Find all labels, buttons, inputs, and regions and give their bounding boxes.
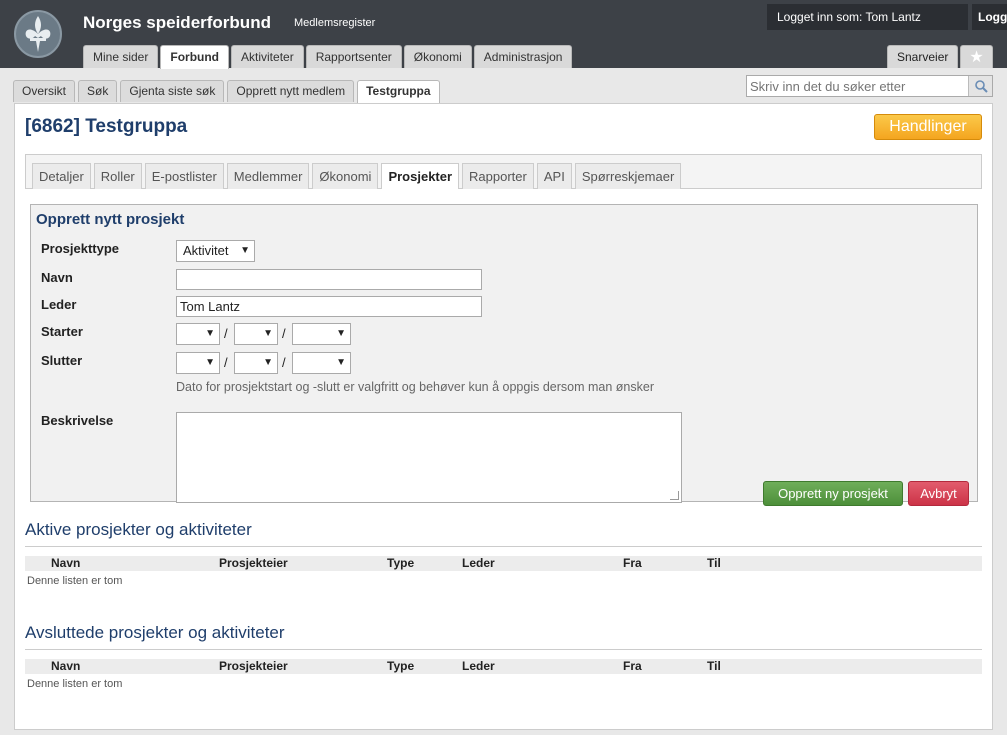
chevron-down-icon: ▼ (263, 328, 273, 339)
column-header[interactable]: Type (387, 556, 414, 571)
date-separator: / (224, 326, 228, 341)
subtab-testgruppa[interactable]: Testgruppa (357, 80, 440, 104)
app-title: Norges speiderforbund (83, 13, 271, 32)
start-label: Starter (41, 324, 83, 339)
column-header[interactable]: Til (707, 556, 721, 571)
tab-rapporter[interactable]: Rapporter (462, 163, 534, 189)
main-tab-rapportsenter[interactable]: Rapportsenter (305, 45, 402, 68)
empty-list-message: Denne listen er tom (27, 575, 123, 587)
main-tab-mine-sider[interactable]: Mine sider (83, 45, 159, 68)
closed-projects-title: Avsluttede prosjekter og aktiviteter (25, 623, 285, 642)
tab-sporreskjemaer[interactable]: Spørreskjemaer (574, 163, 682, 189)
top-header: Norges speiderforbund Medlemsregister Lo… (0, 0, 1007, 69)
main-tab-forbund[interactable]: Forbund (160, 45, 230, 69)
column-header[interactable]: Prosjekteier (219, 659, 288, 674)
search-button[interactable] (968, 76, 992, 96)
tab-api[interactable]: API (536, 163, 572, 189)
leader-label: Leder (41, 297, 77, 312)
column-header[interactable]: Leder (462, 659, 495, 674)
column-header[interactable]: Leder (462, 556, 495, 571)
chevron-down-icon: ▼ (205, 357, 215, 368)
column-header[interactable]: Fra (623, 556, 642, 571)
subtab-opprett-nytt-medlem[interactable]: Opprett nytt medlem (227, 80, 355, 102)
start-month-select[interactable]: ▼ (234, 323, 278, 345)
chevron-down-icon: ▼ (336, 357, 346, 368)
end-month-select[interactable]: ▼ (234, 352, 278, 374)
project-type-select[interactable]: Aktivitet ▼ (176, 240, 255, 262)
star-icon[interactable]: ★ (960, 45, 993, 68)
page-title: [6862] Testgruppa (25, 116, 188, 137)
empty-list-message: Denne listen er tom (27, 678, 123, 690)
active-projects-title: Aktive prosjekter og aktiviteter (25, 520, 252, 539)
search-input[interactable] (747, 76, 969, 96)
logged-in-user: Logget inn som: Tom Lantz (767, 4, 968, 30)
end-label: Slutter (41, 353, 83, 368)
main-tab-aktiviteter[interactable]: Aktiviteter (231, 45, 304, 68)
tab-medlemmer[interactable]: Medlemmer (226, 163, 310, 189)
date-hint: Dato for prosjektstart og -slutt er valg… (176, 380, 654, 394)
end-day-select[interactable]: ▼ (176, 352, 220, 374)
column-header[interactable]: Prosjekteier (219, 556, 288, 571)
date-separator: / (282, 355, 286, 370)
cancel-button[interactable]: Avbryt (908, 481, 969, 506)
tab-prosjekter[interactable]: Prosjekter (381, 163, 460, 189)
chevron-down-icon: ▼ (205, 328, 215, 339)
subtab-oversikt[interactable]: Oversikt (13, 80, 76, 102)
logout-button[interactable]: Logg ut (972, 4, 1007, 30)
search-box (746, 75, 993, 97)
start-day-select[interactable]: ▼ (176, 323, 220, 345)
form-title: Opprett nytt prosjekt (36, 211, 185, 228)
column-header[interactable]: Til (707, 659, 721, 674)
closed-table-header: Navn Prosjekteier Type Leder Fra Til (25, 659, 982, 674)
divider (25, 546, 982, 547)
main-tab-okonomi[interactable]: Økonomi (403, 45, 472, 68)
shortcuts-tab[interactable]: Snarveier (887, 45, 959, 68)
description-label: Beskrivelse (41, 413, 114, 428)
app-subtitle: Medlemsregister (294, 17, 376, 29)
tab-roller[interactable]: Roller (93, 163, 142, 189)
main-nav: Mine sider Forbund Aktiviteter Rapportse… (83, 45, 573, 69)
date-separator: / (224, 355, 228, 370)
start-year-select[interactable]: ▼ (292, 323, 351, 345)
column-header[interactable]: Navn (51, 659, 80, 674)
date-separator: / (282, 326, 286, 341)
create-project-form: Opprett nytt prosjekt Prosjekttype Aktiv… (30, 204, 978, 506)
tab-okonomi[interactable]: Økonomi (312, 163, 379, 189)
content-panel: [6862] Testgruppa Handlinger Detaljer Ro… (14, 103, 993, 730)
search-icon (975, 80, 988, 93)
active-table-header: Navn Prosjekteier Type Leder Fra Til (25, 556, 982, 571)
chevron-down-icon: ▼ (263, 357, 273, 368)
create-project-button[interactable]: Opprett ny prosjekt (763, 481, 903, 506)
main-tab-administrasjon[interactable]: Administrasjon (473, 45, 573, 68)
sub-nav: Oversikt Søk Gjenta siste søk Opprett ny… (13, 80, 440, 104)
actions-button[interactable]: Handlinger (874, 114, 982, 140)
divider (25, 649, 982, 650)
group-tabs-bar: Detaljer Roller E-postlister Medlemmer Ø… (25, 154, 982, 189)
chevron-down-icon: ▼ (240, 245, 250, 256)
leader-field[interactable]: Tom Lantz (176, 296, 482, 317)
tab-e-postlister[interactable]: E-postlister (144, 163, 224, 189)
end-year-select[interactable]: ▼ (292, 352, 351, 374)
subtab-sok[interactable]: Søk (78, 80, 118, 102)
tab-detaljer[interactable]: Detaljer (32, 163, 91, 189)
chevron-down-icon: ▼ (336, 328, 346, 339)
name-field[interactable] (176, 269, 482, 290)
name-label: Navn (41, 270, 73, 285)
column-header[interactable]: Type (387, 659, 414, 674)
column-header[interactable]: Navn (51, 556, 80, 571)
fleur-de-lis-icon[interactable] (14, 8, 62, 60)
project-type-label: Prosjekttype (41, 241, 120, 256)
subtab-gjenta-siste-sok[interactable]: Gjenta siste søk (120, 80, 225, 102)
project-type-value: Aktivitet (183, 243, 229, 258)
description-textarea[interactable] (176, 412, 682, 503)
column-header[interactable]: Fra (623, 659, 642, 674)
